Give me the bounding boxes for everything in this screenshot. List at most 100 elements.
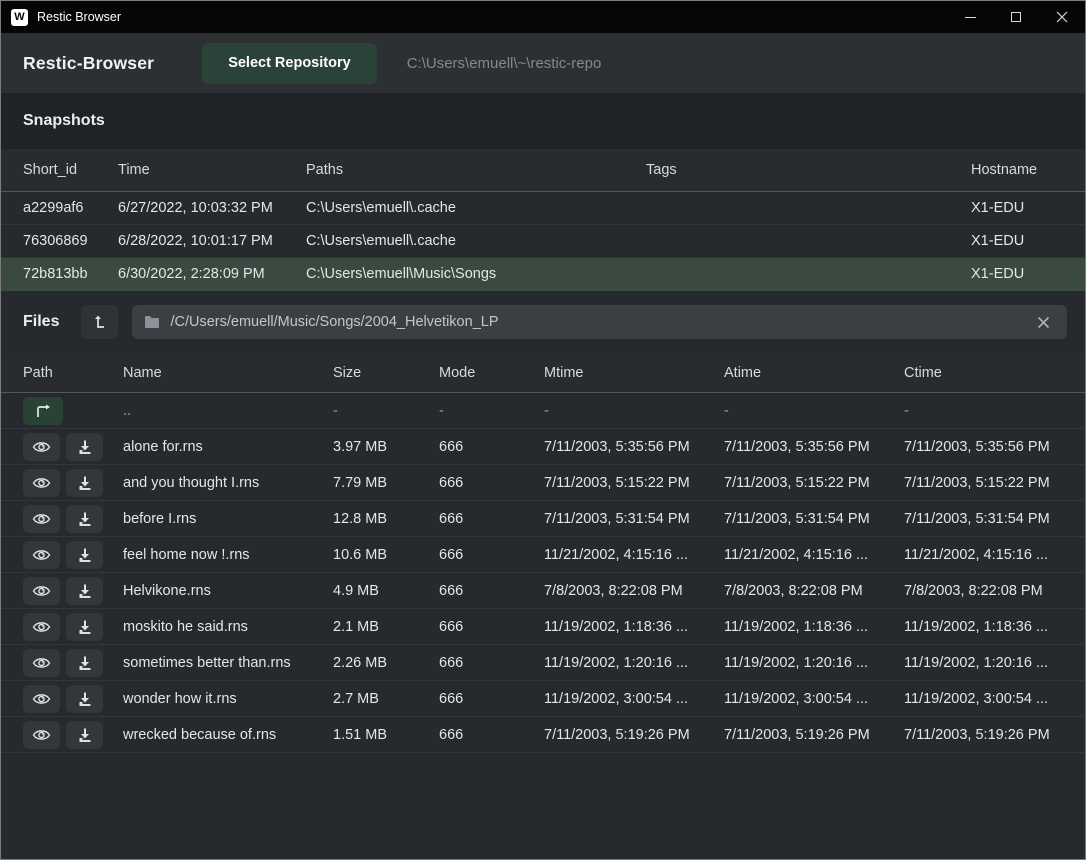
go-to-parent-button[interactable] — [23, 397, 63, 425]
file-name: Helvikone.rns — [123, 583, 333, 599]
file-size: 12.8 MB — [333, 511, 439, 527]
download-file-button[interactable] — [66, 721, 103, 749]
file-mode: 666 — [439, 547, 544, 563]
snapshot-hostname: X1-EDU — [971, 200, 1063, 216]
snapshot-row[interactable]: 76306869 6/28/2022, 10:01:17 PM C:\Users… — [1, 225, 1085, 258]
download-file-button[interactable] — [66, 685, 103, 713]
file-mode: 666 — [439, 619, 544, 635]
file-row[interactable]: sometimes better than.rns 2.26 MB 666 11… — [1, 645, 1085, 681]
download-icon — [77, 547, 93, 563]
file-mtime: 7/11/2003, 5:19:26 PM — [544, 727, 724, 743]
file-ctime: 11/19/2002, 3:00:54 ... — [904, 691, 1063, 707]
snapshot-time: 6/27/2022, 10:03:32 PM — [118, 200, 306, 216]
file-mode: 666 — [439, 439, 544, 455]
file-mode: 666 — [439, 475, 544, 491]
maximize-icon — [1011, 12, 1021, 22]
file-row[interactable]: and you thought I.rns 7.79 MB 666 7/11/2… — [1, 465, 1085, 501]
file-size: 2.1 MB — [333, 619, 439, 635]
file-atime: 11/19/2002, 1:18:36 ... — [724, 619, 904, 635]
snapshot-row[interactable]: 72b813bb 6/30/2022, 2:28:09 PM C:\Users\… — [1, 258, 1085, 291]
preview-file-button[interactable] — [23, 505, 60, 533]
file-name: feel home now !.rns — [123, 547, 333, 563]
download-icon — [77, 691, 93, 707]
file-size: 10.6 MB — [333, 547, 439, 563]
repository-path: C:\Users\emuell\~\restic-repo — [407, 55, 602, 72]
parent-name: .. — [123, 403, 333, 419]
snapshot-row[interactable]: a2299af6 6/27/2022, 10:03:32 PM C:\Users… — [1, 192, 1085, 225]
app-title: Restic-Browser — [23, 53, 154, 74]
preview-file-button[interactable] — [23, 433, 60, 461]
preview-file-button[interactable] — [23, 613, 60, 641]
files-table-header: Path Name Size Mode Mtime Atime Ctime — [1, 353, 1085, 393]
preview-file-button[interactable] — [23, 577, 60, 605]
file-atime: 7/11/2003, 5:15:22 PM — [724, 475, 904, 491]
parent-mtime: - — [544, 403, 724, 419]
preview-file-button[interactable] — [23, 541, 60, 569]
file-row[interactable]: Helvikone.rns 4.9 MB 666 7/8/2003, 8:22:… — [1, 573, 1085, 609]
file-atime: 7/11/2003, 5:31:54 PM — [724, 511, 904, 527]
eye-icon — [32, 692, 51, 706]
file-mtime: 11/19/2002, 3:00:54 ... — [544, 691, 724, 707]
preview-file-button[interactable] — [23, 649, 60, 677]
download-icon — [77, 511, 93, 527]
file-size: 3.97 MB — [333, 439, 439, 455]
file-row[interactable]: wonder how it.rns 2.7 MB 666 11/19/2002,… — [1, 681, 1085, 717]
select-repository-button[interactable]: Select Repository — [202, 43, 377, 84]
download-file-button[interactable] — [66, 433, 103, 461]
file-atime: 7/11/2003, 5:35:56 PM — [724, 439, 904, 455]
download-file-button[interactable] — [66, 613, 103, 641]
titlebar: W Restic Browser — [1, 1, 1085, 33]
current-path-field[interactable]: /C/Users/emuell/Music/Songs/2004_Helveti… — [132, 305, 1067, 339]
file-ctime: 7/8/2003, 8:22:08 PM — [904, 583, 1063, 599]
file-mtime: 11/21/2002, 4:15:16 ... — [544, 547, 724, 563]
file-size: 4.9 MB — [333, 583, 439, 599]
file-atime: 11/19/2002, 3:00:54 ... — [724, 691, 904, 707]
download-file-button[interactable] — [66, 541, 103, 569]
download-icon — [77, 619, 93, 635]
window-title: Restic Browser — [37, 10, 121, 24]
snapshot-paths: C:\Users\emuell\.cache — [306, 200, 646, 216]
file-row[interactable]: alone for.rns 3.97 MB 666 7/11/2003, 5:3… — [1, 429, 1085, 465]
preview-file-button[interactable] — [23, 721, 60, 749]
clear-path-button[interactable] — [1031, 310, 1055, 334]
file-name: wonder how it.rns — [123, 691, 333, 707]
column-paths: Paths — [306, 162, 646, 178]
close-icon — [1056, 11, 1068, 23]
snapshot-time: 6/30/2022, 2:28:09 PM — [118, 266, 306, 282]
file-mtime: 11/19/2002, 1:20:16 ... — [544, 655, 724, 671]
snapshot-paths: C:\Users\emuell\Music\Songs — [306, 266, 646, 282]
close-button[interactable] — [1039, 1, 1085, 33]
preview-file-button[interactable] — [23, 685, 60, 713]
file-ctime: 11/19/2002, 1:18:36 ... — [904, 619, 1063, 635]
snapshot-paths: C:\Users\emuell\.cache — [306, 233, 646, 249]
download-file-button[interactable] — [66, 577, 103, 605]
download-icon — [77, 655, 93, 671]
minimize-button[interactable] — [947, 1, 993, 33]
file-atime: 7/11/2003, 5:19:26 PM — [724, 727, 904, 743]
eye-icon — [32, 728, 51, 742]
window-controls — [947, 1, 1085, 33]
eye-icon — [32, 512, 51, 526]
file-ctime: 7/11/2003, 5:35:56 PM — [904, 439, 1063, 455]
preview-file-button[interactable] — [23, 469, 60, 497]
file-row[interactable]: moskito he said.rns 2.1 MB 666 11/19/200… — [1, 609, 1085, 645]
parent-ctime: - — [904, 403, 1063, 419]
app-header: Restic-Browser Select Repository C:\User… — [1, 33, 1085, 93]
maximize-button[interactable] — [993, 1, 1039, 33]
snapshots-table-header: Short_id Time Paths Tags Hostname — [1, 149, 1085, 192]
column-short-id: Short_id — [23, 162, 118, 178]
snapshots-heading: Snapshots — [1, 93, 1085, 149]
download-file-button[interactable] — [66, 505, 103, 533]
column-path: Path — [23, 365, 123, 381]
download-file-button[interactable] — [66, 649, 103, 677]
parent-directory-row[interactable]: .. - - - - - — [1, 393, 1085, 429]
eye-icon — [32, 476, 51, 490]
file-row[interactable]: before I.rns 12.8 MB 666 7/11/2003, 5:31… — [1, 501, 1085, 537]
path-level-button[interactable] — [81, 305, 118, 339]
file-mode: 666 — [439, 691, 544, 707]
file-row[interactable]: wrecked because of.rns 1.51 MB 666 7/11/… — [1, 717, 1085, 753]
eye-icon — [32, 440, 51, 454]
file-row[interactable]: feel home now !.rns 10.6 MB 666 11/21/20… — [1, 537, 1085, 573]
download-icon — [77, 583, 93, 599]
download-file-button[interactable] — [66, 469, 103, 497]
